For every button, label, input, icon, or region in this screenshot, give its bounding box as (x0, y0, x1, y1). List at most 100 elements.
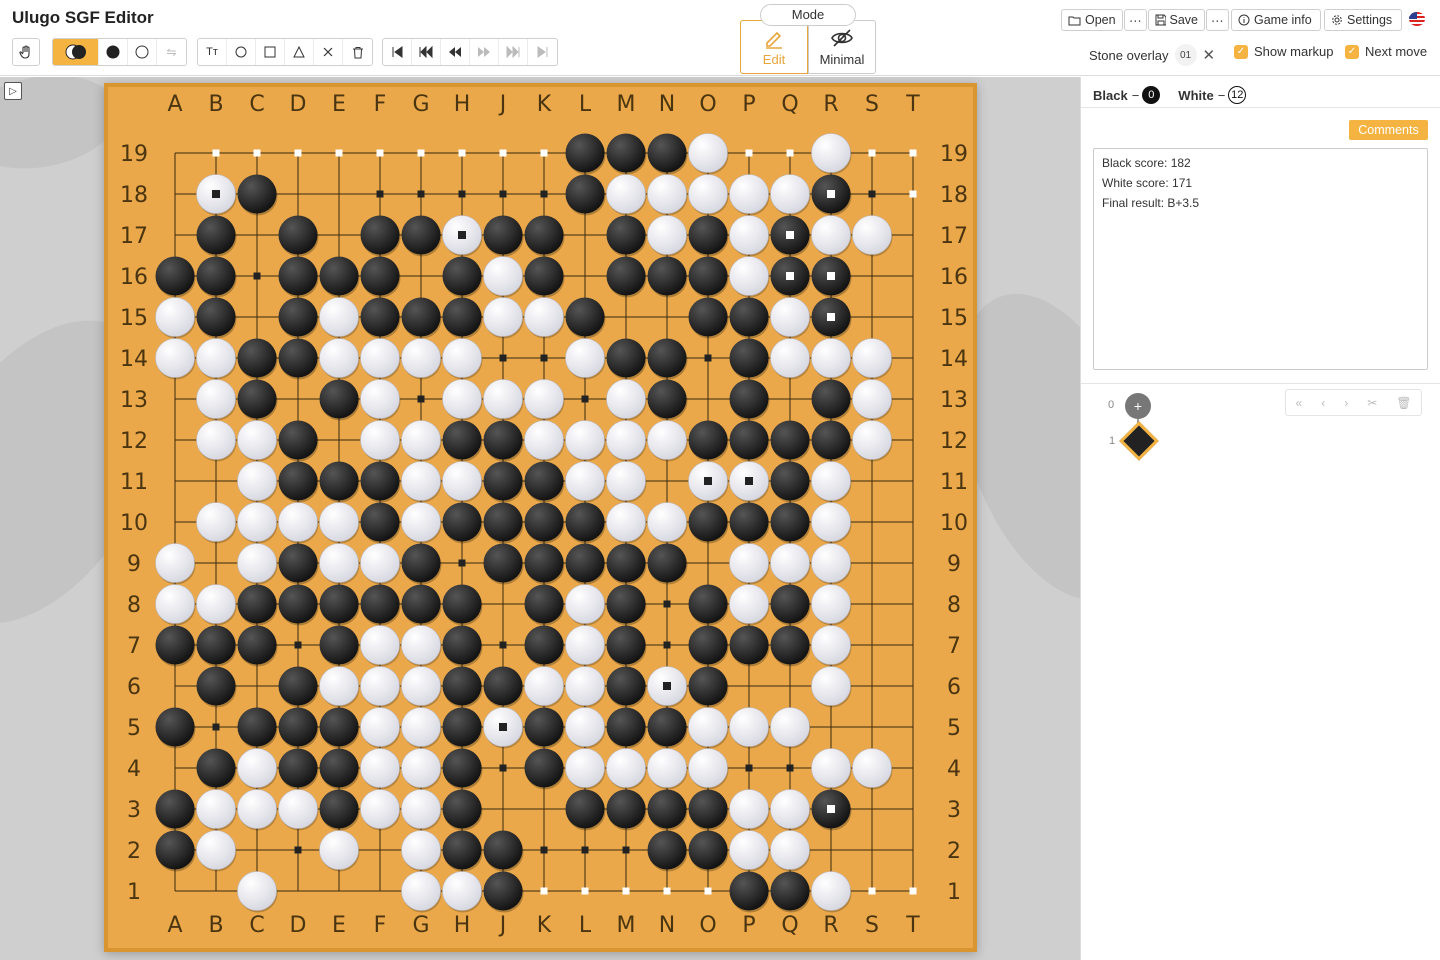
white-stone[interactable] (319, 338, 359, 378)
black-stone[interactable] (606, 543, 646, 583)
white-stone[interactable] (196, 502, 236, 542)
black-stone[interactable] (770, 584, 810, 624)
white-stone[interactable] (360, 420, 400, 460)
white-stone[interactable] (360, 707, 400, 747)
first-move-button[interactable] (383, 39, 412, 65)
white-stone[interactable] (360, 625, 400, 665)
white-stone[interactable] (155, 338, 195, 378)
black-stone[interactable] (565, 543, 605, 583)
save-button[interactable]: Save (1148, 9, 1205, 31)
black-stone[interactable] (729, 297, 769, 337)
black-stone[interactable] (278, 543, 318, 583)
white-stone[interactable] (155, 543, 195, 583)
white-stone[interactable] (770, 297, 810, 337)
black-stone[interactable] (688, 584, 728, 624)
white-stone[interactable] (237, 502, 277, 542)
white-stone[interactable] (196, 789, 236, 829)
checkbox-checked-icon[interactable]: ✓ (1234, 44, 1248, 59)
stone-overlay-toggle[interactable]: 01 (1174, 44, 1197, 66)
white-stone[interactable] (565, 625, 605, 665)
black-stone[interactable] (770, 625, 810, 665)
white-stone[interactable] (237, 420, 277, 460)
next-move-control[interactable]: ✓ Next move (1345, 44, 1427, 59)
white-stone[interactable] (155, 584, 195, 624)
black-stone[interactable] (606, 256, 646, 296)
black-stone[interactable] (647, 789, 687, 829)
white-stone[interactable] (196, 830, 236, 870)
black-stone[interactable] (196, 256, 236, 296)
black-stone[interactable] (278, 707, 318, 747)
black-stone[interactable] (442, 666, 482, 706)
label-tool-button[interactable]: Tт (198, 39, 227, 65)
chevron-double-left-icon[interactable]: « (1296, 396, 1303, 410)
black-stone[interactable] (360, 461, 400, 501)
white-stone[interactable] (401, 748, 441, 788)
black-stone[interactable] (647, 830, 687, 870)
white-stone[interactable] (811, 338, 851, 378)
sidebar-toggle-icon[interactable]: ▷ (4, 82, 22, 100)
back-button[interactable] (441, 39, 470, 65)
black-stone[interactable] (319, 461, 359, 501)
black-stone[interactable] (319, 379, 359, 419)
black-stone[interactable] (729, 625, 769, 665)
white-stone[interactable] (811, 625, 851, 665)
black-stone[interactable] (770, 461, 810, 501)
black-stone[interactable] (524, 584, 564, 624)
trash-icon[interactable]: 🗑 (1396, 396, 1411, 410)
white-stone[interactable] (319, 543, 359, 583)
black-stone[interactable] (483, 461, 523, 501)
black-stone[interactable] (237, 584, 277, 624)
black-stone[interactable] (565, 297, 605, 337)
black-stone[interactable] (442, 748, 482, 788)
white-stone[interactable] (196, 584, 236, 624)
fast-forward-button[interactable] (499, 39, 528, 65)
white-stone[interactable] (811, 666, 851, 706)
black-stone[interactable] (360, 215, 400, 255)
black-stone[interactable] (606, 666, 646, 706)
white-stone[interactable] (278, 789, 318, 829)
black-stone[interactable] (237, 379, 277, 419)
black-stone[interactable] (155, 789, 195, 829)
white-stone[interactable] (565, 748, 605, 788)
black-stone[interactable] (811, 420, 851, 460)
black-stone[interactable] (442, 584, 482, 624)
white-stone[interactable] (401, 666, 441, 706)
black-stone[interactable] (155, 256, 195, 296)
black-stone[interactable] (278, 338, 318, 378)
black-stone[interactable] (442, 297, 482, 337)
black-stone[interactable] (401, 584, 441, 624)
black-stone[interactable] (196, 666, 236, 706)
triangle-tool-button[interactable] (285, 39, 314, 65)
black-stone[interactable] (647, 338, 687, 378)
black-stone[interactable] (770, 420, 810, 460)
settings-button[interactable]: Settings (1324, 9, 1402, 31)
black-stone[interactable] (360, 256, 400, 296)
white-stone[interactable] (360, 379, 400, 419)
white-stone[interactable] (401, 625, 441, 665)
black-stone[interactable] (647, 133, 687, 173)
black-stone[interactable] (811, 379, 851, 419)
white-stone[interactable] (565, 666, 605, 706)
black-stone[interactable] (647, 543, 687, 583)
black-stone[interactable] (524, 748, 564, 788)
black-stone[interactable] (401, 215, 441, 255)
black-stone[interactable] (606, 625, 646, 665)
white-stone[interactable] (196, 338, 236, 378)
white-stone[interactable] (852, 215, 892, 255)
white-stone[interactable] (688, 174, 728, 214)
black-stone[interactable] (647, 256, 687, 296)
fast-back-button[interactable] (412, 39, 441, 65)
white-stone[interactable] (237, 871, 277, 911)
white-stone[interactable] (565, 338, 605, 378)
white-stone[interactable] (483, 297, 523, 337)
black-stone[interactable] (319, 625, 359, 665)
black-stone[interactable] (524, 256, 564, 296)
white-stone[interactable] (565, 584, 605, 624)
white-stone[interactable] (811, 133, 851, 173)
black-stone[interactable] (483, 666, 523, 706)
white-stone[interactable] (770, 338, 810, 378)
black-stone[interactable] (524, 215, 564, 255)
black-stone-button[interactable] (99, 39, 128, 65)
black-stone[interactable] (278, 256, 318, 296)
black-stone[interactable] (196, 215, 236, 255)
